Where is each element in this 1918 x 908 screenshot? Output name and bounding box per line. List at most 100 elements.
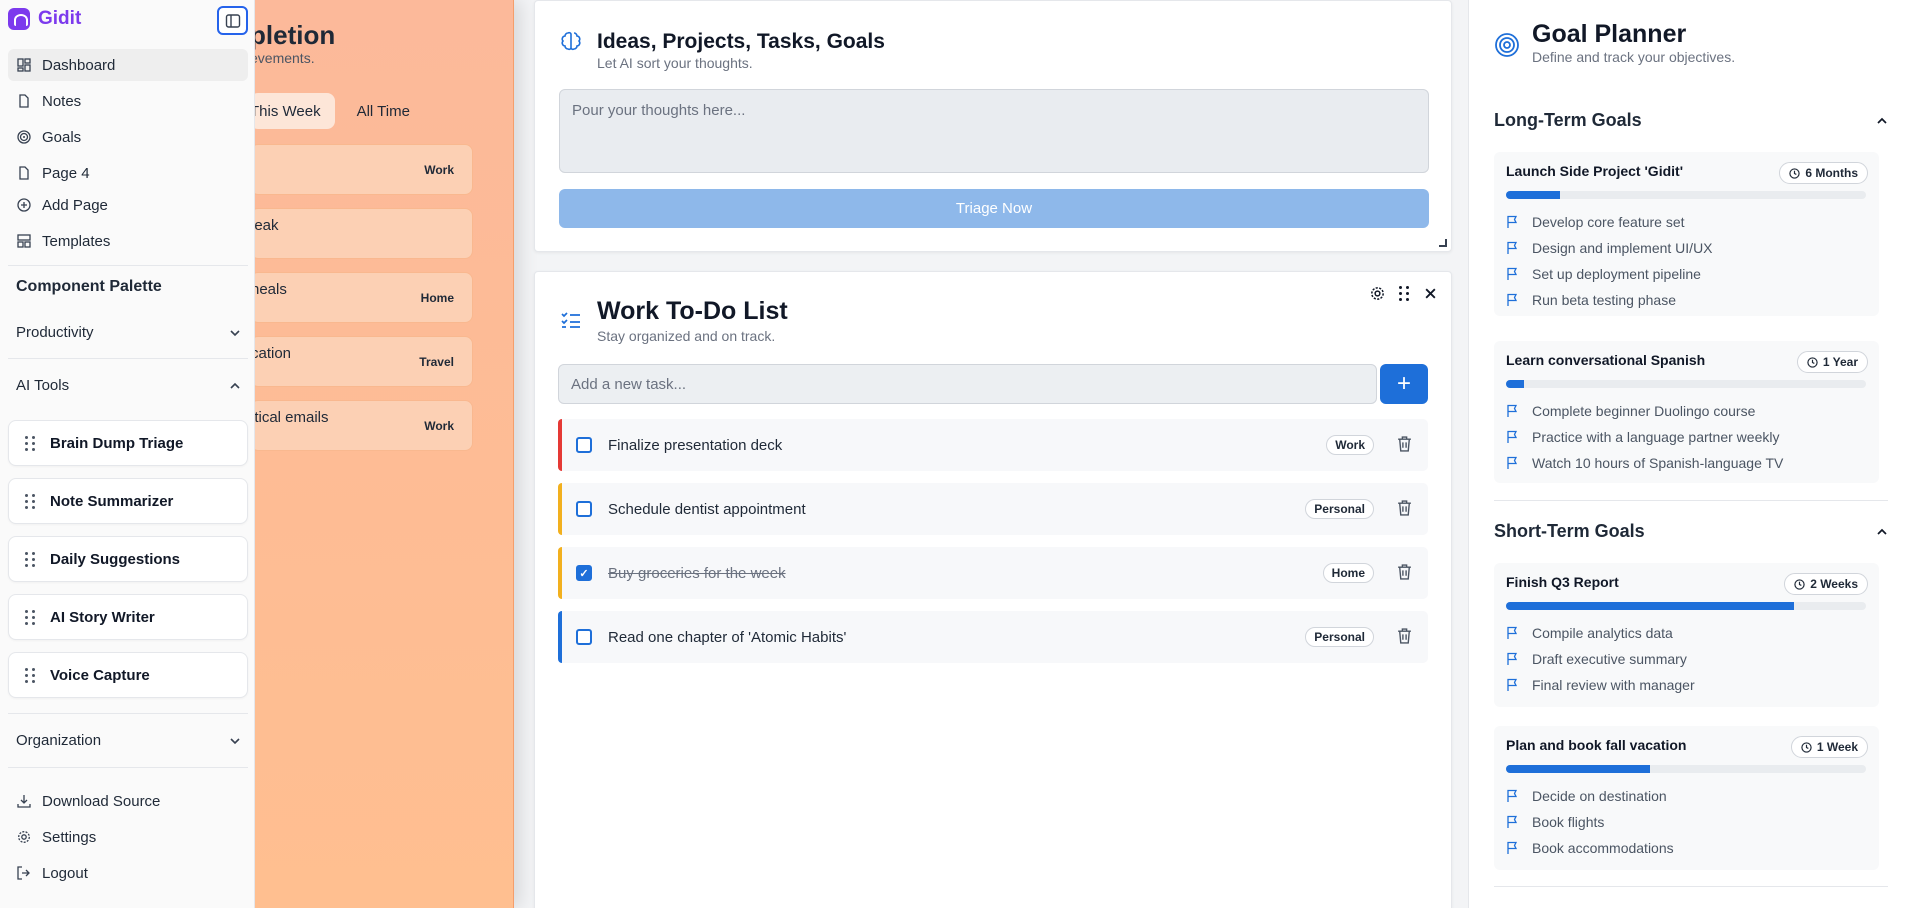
task-checkbox[interactable] xyxy=(576,501,592,517)
goal-step: Set up deployment pipeline xyxy=(1506,266,1701,282)
sidebar-toggle-button[interactable] xyxy=(217,6,248,35)
thoughts-textarea[interactable]: Pour your thoughts here... xyxy=(559,89,1429,173)
drag-handle-icon[interactable] xyxy=(25,435,36,451)
trash-icon[interactable] xyxy=(1397,628,1412,644)
group-ai-tools[interactable]: AI Tools xyxy=(16,377,241,394)
drag-handle-icon[interactable] xyxy=(25,609,36,625)
completion-item-tag: Travel xyxy=(419,355,454,369)
step-text: Book accommodations xyxy=(1532,840,1674,856)
long-term-goals-header[interactable]: Long-Term Goals xyxy=(1494,110,1888,131)
brain-dump-triage-card: Ideas, Projects, Tasks, Goals Let AI sor… xyxy=(534,0,1452,252)
sidebar: Gidit Dashboard Notes Goals Page 4 Add P… xyxy=(0,0,255,908)
tool-note-summarizer[interactable]: Note Summarizer xyxy=(8,478,248,524)
goal-progress-bar xyxy=(1506,380,1866,388)
gidit-logo-icon xyxy=(8,8,30,30)
sidebar-item-dashboard[interactable]: Dashboard xyxy=(8,49,248,81)
completion-item: neals Home xyxy=(250,272,473,323)
step-text: Book flights xyxy=(1532,814,1605,830)
task-text: Schedule dentist appointment xyxy=(608,500,806,518)
tool-brain-dump-triage[interactable]: Brain Dump Triage xyxy=(8,420,248,466)
tool-daily-suggestions[interactable]: Daily Suggestions xyxy=(8,536,248,582)
goal-step: Practice with a language partner weekly xyxy=(1506,429,1779,445)
chevron-up-icon xyxy=(230,382,240,389)
resize-handle-icon[interactable] xyxy=(1439,239,1447,247)
goal-step: Run beta testing phase xyxy=(1506,292,1676,308)
close-icon[interactable] xyxy=(1424,287,1437,300)
new-task-input[interactable]: Add a new task... xyxy=(558,364,1377,404)
clock-icon xyxy=(1794,578,1805,590)
drag-handle-icon[interactable] xyxy=(25,667,36,683)
task-checkbox[interactable]: ✓ xyxy=(576,565,592,581)
trash-icon[interactable] xyxy=(1397,564,1412,580)
completion-item-tag: Home xyxy=(420,291,454,305)
tool-label: Note Summarizer xyxy=(50,492,174,510)
drag-handle-icon[interactable] xyxy=(25,551,36,567)
logout-button[interactable]: Logout xyxy=(8,857,248,889)
settings-button[interactable]: Settings xyxy=(8,821,248,853)
tool-label: Daily Suggestions xyxy=(50,550,181,568)
card-header: Work To-Do List Stay organized and on tr… xyxy=(559,294,788,344)
completion-item: leak xyxy=(250,208,473,259)
sidebar-item-label: Notes xyxy=(42,92,82,110)
card-title: Ideas, Projects, Tasks, Goals xyxy=(597,30,885,53)
footer-label: Download Source xyxy=(42,792,161,810)
download-source-button[interactable]: Download Source xyxy=(8,785,248,817)
short-term-goals-header[interactable]: Short-Term Goals xyxy=(1494,521,1888,542)
sidebar-item-goals[interactable]: Goals xyxy=(8,121,248,153)
target-icon xyxy=(16,129,32,145)
progress-fill xyxy=(1506,602,1794,610)
badge-label: 6 Months xyxy=(1805,166,1858,180)
completion-item-text: neals xyxy=(251,281,287,298)
trash-icon[interactable] xyxy=(1397,500,1412,516)
group-productivity[interactable]: Productivity xyxy=(16,324,241,341)
group-organization[interactable]: Organization xyxy=(16,732,241,749)
completion-tabs: This Week All Time xyxy=(250,93,424,129)
tool-voice-capture[interactable]: Voice Capture xyxy=(8,652,248,698)
add-task-button[interactable]: + xyxy=(1380,364,1428,404)
sidebar-item-page-4[interactable]: Page 4 xyxy=(8,157,248,189)
sidebar-item-notes[interactable]: Notes xyxy=(8,85,248,117)
group-label: AI Tools xyxy=(16,377,70,394)
badge-label: 1 Week xyxy=(1816,740,1858,754)
tool-ai-story-writer[interactable]: AI Story Writer xyxy=(8,594,248,640)
flag-icon xyxy=(1507,430,1518,443)
sidebar-item-label: Add Page xyxy=(42,196,108,214)
flag-icon xyxy=(1507,815,1518,828)
flag-icon xyxy=(1507,456,1518,469)
task-tag: Work xyxy=(1326,435,1374,455)
plus-circle-icon xyxy=(16,197,32,213)
task-text: Finalize presentation deck xyxy=(608,436,783,454)
step-text: Watch 10 hours of Spanish-language TV xyxy=(1532,455,1784,471)
priority-bar xyxy=(558,611,562,663)
goal-step: Complete beginner Duolingo course xyxy=(1506,403,1755,419)
goal-duration-badge: 6 Months xyxy=(1779,162,1868,184)
task-tag: Personal xyxy=(1305,627,1374,647)
task-tag: Personal xyxy=(1305,499,1374,519)
divider xyxy=(8,767,248,768)
drag-handle-icon[interactable] xyxy=(25,493,36,509)
flag-icon xyxy=(1507,215,1518,228)
task-tag: Home xyxy=(1322,563,1374,583)
sidebar-item-add-page[interactable]: Add Page xyxy=(8,189,248,221)
footer-label: Settings xyxy=(42,828,97,846)
drag-handle-icon[interactable] xyxy=(1399,286,1410,301)
brand[interactable]: Gidit xyxy=(8,8,81,30)
tab-this-week[interactable]: This Week xyxy=(250,93,335,129)
completion-item-text: cation xyxy=(251,345,292,362)
completion-item: Work xyxy=(250,144,473,195)
task-row: Finalize presentation deck Work xyxy=(558,419,1428,471)
gear-icon xyxy=(16,829,32,845)
sidebar-item-templates[interactable]: Templates xyxy=(8,225,248,257)
trash-icon[interactable] xyxy=(1397,436,1412,452)
step-text: Decide on destination xyxy=(1532,788,1667,804)
step-text: Set up deployment pipeline xyxy=(1532,266,1701,282)
gear-icon[interactable] xyxy=(1370,286,1385,301)
tab-all-time[interactable]: All Time xyxy=(343,93,424,129)
file-icon xyxy=(16,165,32,181)
divider xyxy=(8,265,248,266)
clock-icon xyxy=(1801,741,1812,753)
task-checkbox[interactable] xyxy=(576,437,592,453)
triage-now-button[interactable]: Triage Now xyxy=(559,189,1429,228)
task-checkbox[interactable] xyxy=(576,629,592,645)
badge-label: 1 Year xyxy=(1822,355,1858,369)
